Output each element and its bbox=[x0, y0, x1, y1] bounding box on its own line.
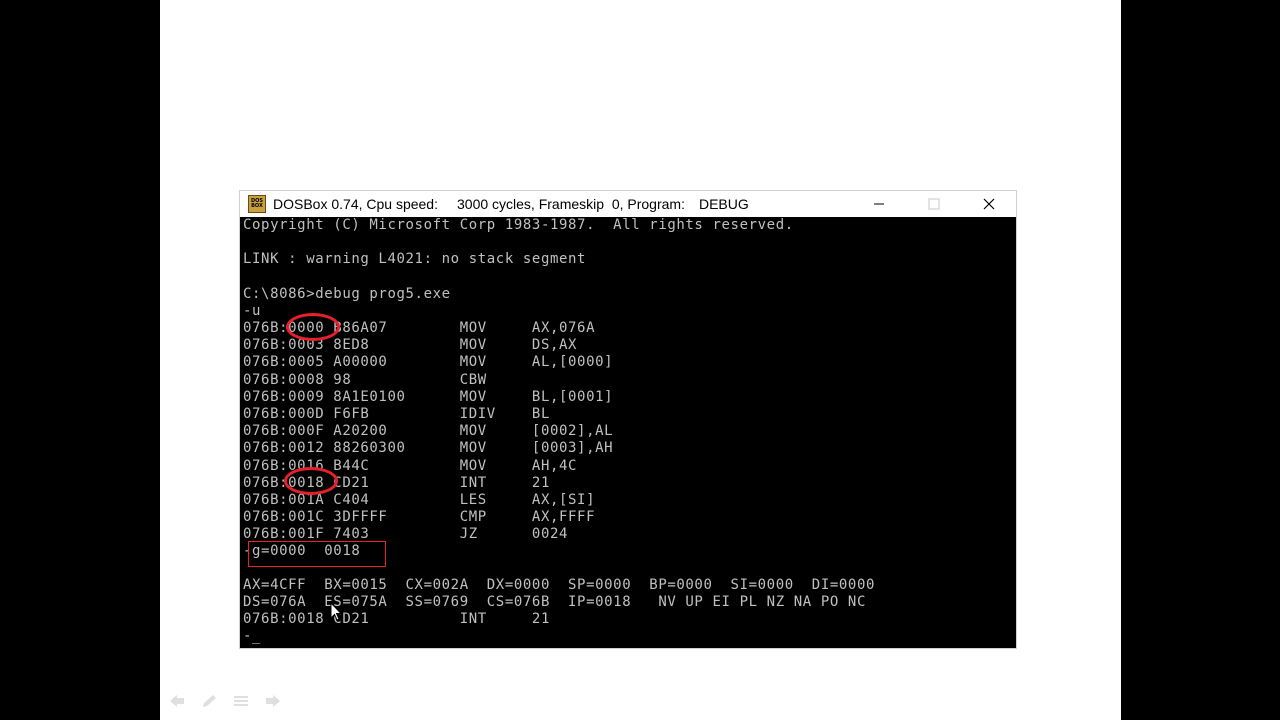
maximize-button[interactable] bbox=[906, 191, 961, 217]
red-circle-annotation bbox=[284, 467, 338, 495]
red-box-annotation bbox=[248, 541, 386, 567]
red-circle-annotation bbox=[286, 313, 340, 341]
close-button[interactable] bbox=[961, 191, 1016, 217]
mouse-cursor-icon bbox=[330, 602, 342, 621]
dosbox-app-icon[interactable]: DOS BOX bbox=[248, 195, 266, 213]
console-line: -u bbox=[243, 303, 262, 319]
console-line: 076B:001A C404 LES AX,[SI] bbox=[243, 492, 596, 508]
console-line: 076B:000D F6FB IDIV BL bbox=[243, 406, 550, 422]
console-line: 076B:0008 98 CBW bbox=[243, 372, 487, 388]
maximize-icon bbox=[928, 198, 939, 210]
window-title-name: DOSBox 0.74, Cpu speed: bbox=[273, 196, 438, 212]
window-title-program: DEBUG bbox=[698, 196, 749, 212]
console-line: LINK : warning L4021: no stack segment bbox=[243, 251, 587, 267]
console-line: 076B:0012 88260300 MOV [0003],AH bbox=[243, 440, 614, 456]
console-line: C:\8086>debug prog5.exe bbox=[243, 286, 451, 302]
minimize-button[interactable] bbox=[851, 191, 906, 217]
console-line: 076B:0005 A00000 MOV AL,[0000] bbox=[243, 354, 614, 370]
close-icon bbox=[983, 198, 994, 210]
menu-icon[interactable] bbox=[232, 694, 250, 708]
dosbox-window[interactable]: DOS BOX DOSBox 0.74, Cpu speed: 3000 cyc… bbox=[240, 191, 1016, 648]
console-line: 076B:0009 8A1E0100 MOV BL,[0001] bbox=[243, 389, 614, 405]
app-icon-text-bottom: BOX bbox=[251, 203, 263, 209]
slide-navigation[interactable] bbox=[168, 694, 282, 708]
minimize-icon bbox=[873, 203, 884, 205]
console-line: 076B:0003 8ED8 MOV DS,AX bbox=[243, 337, 578, 353]
console-line: -_ bbox=[243, 628, 262, 644]
previous-slide-icon[interactable] bbox=[168, 694, 186, 708]
window-title-speed: 3000 cycles, Frameskip 0, Program: bbox=[457, 196, 685, 212]
pen-icon[interactable] bbox=[200, 694, 218, 708]
console-line: 076B:0018 CD21 INT 21 bbox=[243, 611, 550, 627]
console-line: 076B:000F A20200 MOV [0002],AL bbox=[243, 423, 614, 439]
title-bar[interactable]: DOS BOX DOSBox 0.74, Cpu speed: 3000 cyc… bbox=[240, 191, 1016, 217]
console-line: Copyright (C) Microsoft Corp 1983-1987. … bbox=[243, 217, 794, 233]
console-output[interactable]: Copyright (C) Microsoft Corp 1983-1987. … bbox=[240, 217, 1016, 648]
console-line: 076B:001C 3DFFFF CMP AX,FFFF bbox=[243, 509, 596, 525]
console-line: AX=4CFF BX=0015 CX=002A DX=0000 SP=0000 … bbox=[243, 577, 876, 593]
next-slide-icon[interactable] bbox=[264, 694, 282, 708]
